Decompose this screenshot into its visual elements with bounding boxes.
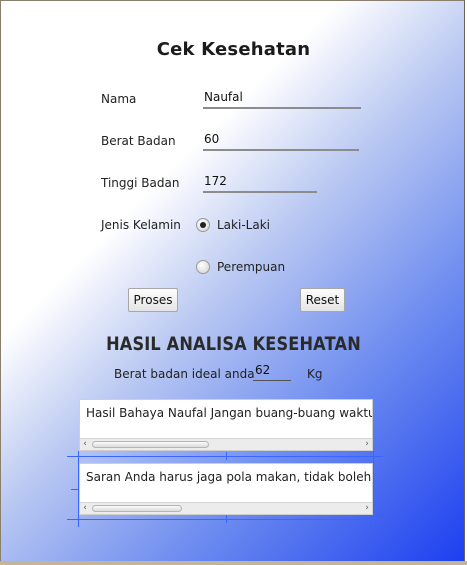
proses-button[interactable]: Proses [128, 288, 178, 312]
tinggi-label: Tinggi Badan [101, 176, 180, 190]
ideal-weight-unit: Kg [307, 367, 323, 381]
scroll-thumb[interactable] [92, 441, 209, 448]
scroll-right-icon[interactable]: › [362, 503, 372, 514]
scroll-right-icon[interactable]: › [362, 439, 372, 450]
radio-perempuan-label: Perempuan [217, 260, 286, 274]
scroll-left-icon[interactable]: ‹ [80, 439, 90, 450]
scroll-thumb[interactable] [92, 505, 182, 512]
nama-input[interactable] [203, 89, 361, 109]
saran-text-area[interactable]: Saran Anda harus jaga pola makan, tidak … [79, 463, 373, 515]
hasil-scrollbar[interactable]: ‹ › [80, 438, 372, 450]
scroll-left-icon[interactable]: ‹ [80, 503, 90, 514]
ideal-weight-label: Berat badan ideal anda [114, 367, 255, 381]
result-heading: HASIL ANALISA KESEHATAN [106, 333, 361, 355]
page-title: Cek Kesehatan [156, 39, 311, 60]
guide-line [67, 519, 383, 520]
reset-button[interactable]: Reset [300, 288, 345, 312]
guide-line [71, 489, 79, 490]
radio-laki-laki[interactable] [196, 218, 210, 232]
saran-text: Saran Anda harus jaga pola makan, tidak … [86, 470, 372, 484]
guide-line [67, 456, 383, 457]
guide-line [226, 515, 227, 523]
guide-line [226, 452, 227, 460]
saran-scrollbar[interactable]: ‹ › [80, 502, 372, 514]
ideal-weight-value: 62 [253, 363, 291, 381]
app-window: Cek Kesehatan Nama Berat Badan Tinggi Ba… [0, 0, 465, 563]
gender-label: Jenis Kelamin [101, 218, 181, 232]
berat-label: Berat Badan [101, 134, 176, 148]
window-bottom-border [0, 561, 467, 565]
radio-laki-laki-label: Laki-Laki [217, 218, 270, 232]
berat-input[interactable] [203, 131, 359, 151]
guide-line [373, 451, 374, 527]
nama-label: Nama [101, 92, 137, 106]
hasil-text-area[interactable]: Hasil Bahaya Naufal Jangan buang-buang w… [79, 399, 373, 451]
hasil-text: Hasil Bahaya Naufal Jangan buang-buang w… [86, 406, 373, 420]
radio-perempuan[interactable] [196, 260, 210, 274]
tinggi-input[interactable] [203, 173, 317, 193]
